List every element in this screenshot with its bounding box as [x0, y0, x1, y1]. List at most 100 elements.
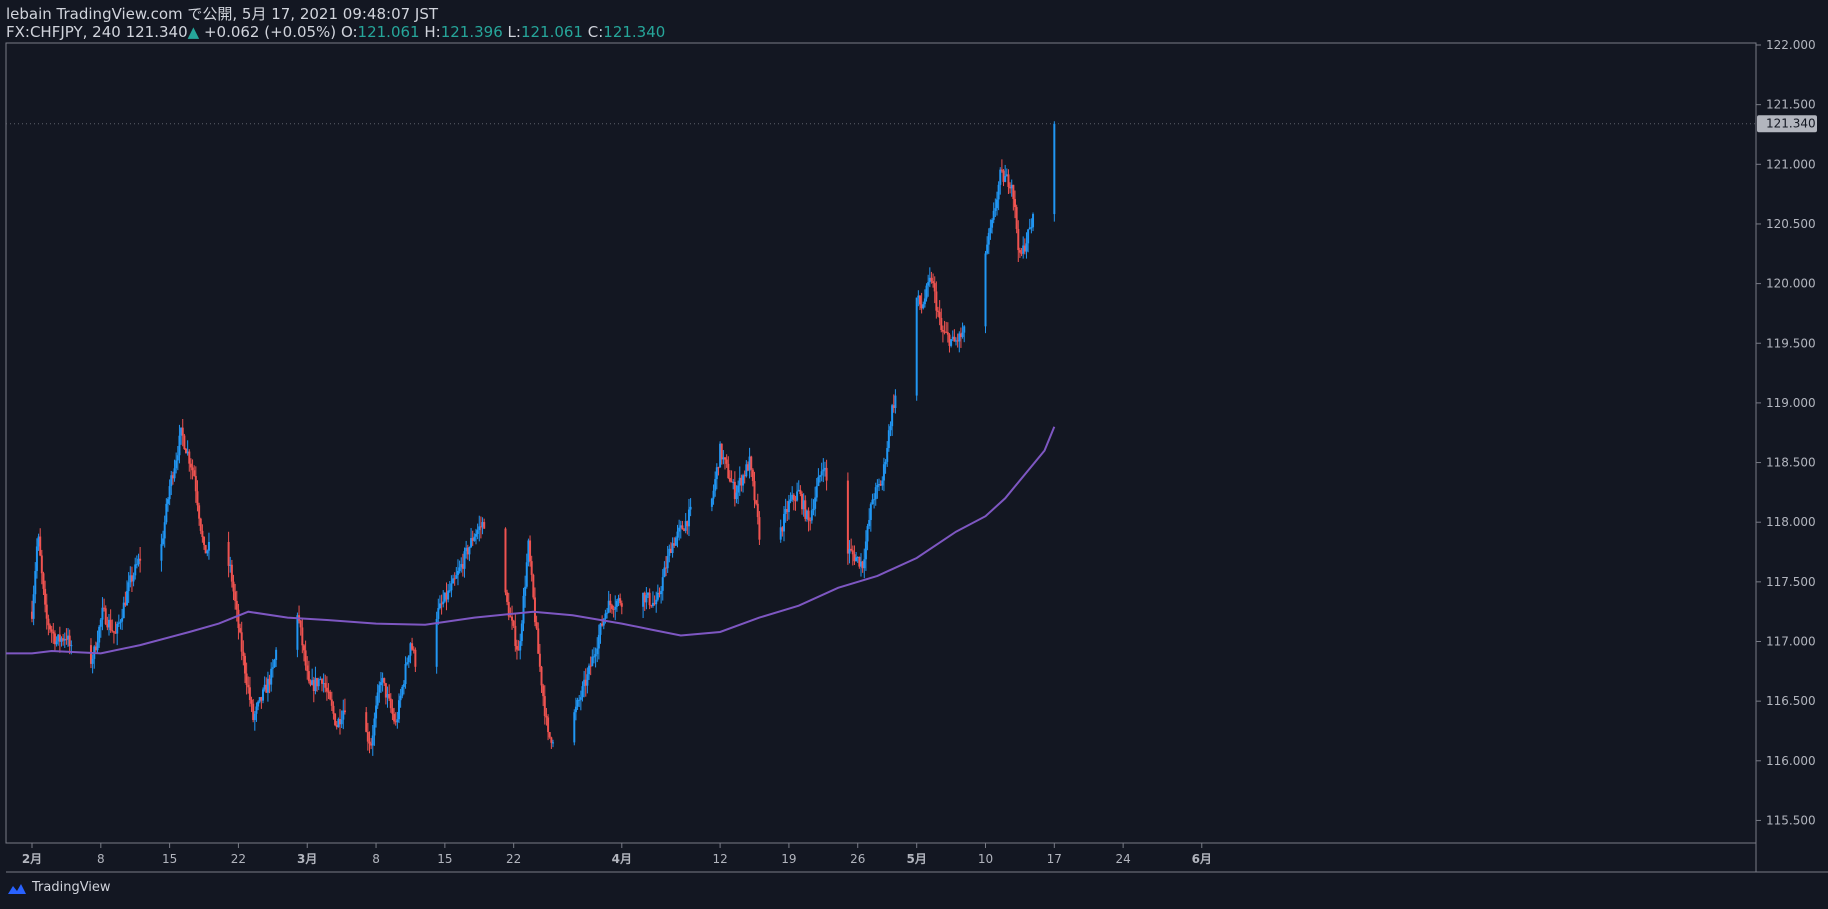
price-tick-label: 115.500 [1766, 813, 1816, 827]
candle-up [270, 668, 273, 685]
candle-down [542, 685, 545, 697]
candle-up [579, 697, 582, 700]
time-tick-label: 22 [506, 852, 521, 866]
candle-up [869, 504, 872, 521]
candle-down [755, 500, 758, 504]
candle-down [232, 581, 235, 592]
candle-up [676, 531, 679, 538]
candle-up [737, 485, 740, 493]
candle-up [868, 520, 871, 527]
time-axis[interactable]: 2月 8 15 22 3月 8 15 22 4月 12 19 26 5月 10 17 24 6月 [22, 843, 1212, 866]
candle-down [332, 705, 335, 714]
candle-up [817, 476, 820, 487]
candle-up [614, 606, 617, 610]
candle-up [373, 718, 376, 736]
candle-up [166, 499, 169, 504]
candle-up [663, 567, 666, 578]
current-price-tag: 121.340 [1757, 115, 1817, 133]
candle-up [581, 686, 584, 698]
candle-down [533, 597, 536, 623]
price-tick-label: 121.500 [1766, 98, 1816, 112]
candle-down [1007, 174, 1010, 187]
candle-up [889, 426, 892, 431]
candle-up [257, 701, 260, 707]
candle-up [1004, 175, 1007, 182]
candle-up [456, 570, 459, 576]
time-tick-label: 10 [978, 852, 993, 866]
candle-up [520, 623, 523, 642]
candle-up [606, 612, 609, 614]
candle-down [936, 310, 939, 312]
candle-up [448, 590, 451, 592]
candle-up [574, 706, 577, 713]
price-axis[interactable]: 115.500 116.000 116.500 117.000 117.500 118.0… [1756, 38, 1816, 827]
candle-up [551, 742, 554, 744]
candle-down [1000, 169, 1003, 171]
candle-up [815, 486, 818, 498]
candle-down [751, 469, 754, 482]
tradingview-logo[interactable]: TradingView [6, 880, 111, 895]
candle-down [938, 311, 941, 318]
current-price-tag-label: 121.340 [1766, 117, 1816, 131]
candle-down [52, 631, 55, 634]
candle-up [399, 695, 402, 701]
candle-up [596, 648, 599, 655]
candle-up [271, 667, 274, 669]
candle-up [522, 595, 525, 624]
candle-up [573, 712, 576, 743]
candle-down [330, 699, 333, 706]
candle-up [994, 208, 997, 211]
candle-up [442, 601, 445, 604]
candle-down [720, 443, 723, 460]
candle-down [247, 684, 250, 688]
candle-up [253, 713, 256, 720]
candle-down [750, 456, 753, 470]
candle-down [483, 522, 486, 529]
candle-down [728, 478, 731, 482]
time-tick-label: 15 [437, 852, 452, 866]
price-chart[interactable]: 115.500 116.000 116.500 117.000 117.500 118.0… [0, 0, 1828, 909]
time-tick-label: 6月 [1192, 852, 1212, 866]
plot-area[interactable] [5, 42, 1757, 844]
candle-up [160, 544, 163, 561]
candle-up [463, 551, 466, 569]
candle-down [198, 505, 201, 519]
candle-up [645, 595, 648, 603]
candle-up [476, 530, 479, 535]
candle-down [45, 604, 48, 619]
candle-up [987, 232, 990, 245]
candle-down [183, 435, 186, 449]
candle-down [547, 717, 550, 733]
time-tick-label: 3月 [297, 852, 317, 866]
candle-down [39, 536, 42, 556]
candle-up [666, 555, 669, 569]
candle-up [689, 506, 692, 510]
time-tick-label: 26 [850, 852, 865, 866]
candle-up [126, 591, 129, 606]
candle-up [34, 571, 37, 595]
candle-down [245, 673, 248, 685]
candle-down [227, 541, 230, 566]
candle-down [199, 518, 202, 531]
candle-up [435, 618, 438, 667]
candle-up [455, 575, 458, 579]
candle-down [414, 649, 417, 667]
candle-up [119, 621, 122, 623]
candle-down [1018, 250, 1021, 253]
time-tick-label: 2月 [22, 852, 42, 866]
candle-up [950, 339, 953, 346]
candle-up [1030, 227, 1033, 229]
candle-up [134, 564, 137, 576]
cloud-logo-icon [8, 883, 26, 894]
candle-down [50, 629, 53, 632]
candle-up [915, 297, 918, 396]
candle-up [591, 656, 594, 667]
candle-up [782, 513, 785, 532]
candle-down [758, 517, 761, 540]
candle-down [68, 635, 71, 646]
candle-up [615, 600, 618, 607]
candle-down [548, 732, 551, 738]
candle-up [678, 527, 681, 532]
candle-down [324, 683, 327, 688]
candle-up [989, 227, 992, 233]
